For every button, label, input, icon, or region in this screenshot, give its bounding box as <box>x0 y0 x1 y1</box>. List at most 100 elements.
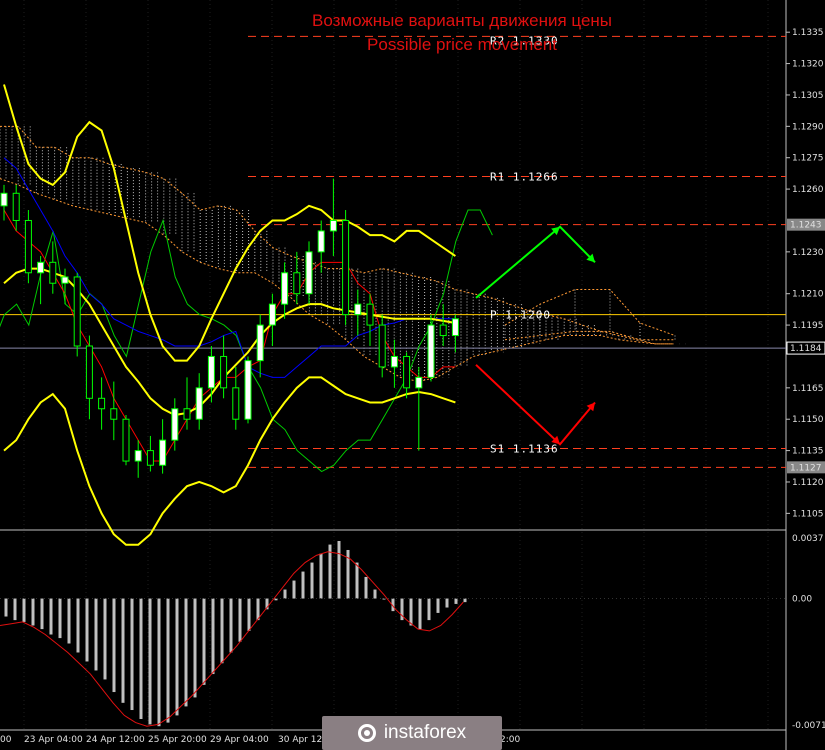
osc-tick-label: 0.00 <box>792 595 812 605</box>
candle-body <box>49 261 57 284</box>
histogram-bar <box>373 589 377 599</box>
candle-body <box>378 324 386 368</box>
level-label-p: P 1.1200 <box>490 309 551 322</box>
candle-body <box>98 397 106 410</box>
histogram-bar <box>184 598 188 707</box>
time-tick-label: 25 Apr 20:00 <box>148 735 207 745</box>
histogram-bar <box>76 598 80 653</box>
candle-body <box>390 355 398 368</box>
histogram-bar <box>94 598 98 671</box>
candle-body <box>281 272 289 305</box>
candle-body <box>256 324 264 362</box>
candle-body <box>427 324 435 378</box>
candle-body <box>85 345 93 399</box>
histogram-bar <box>229 598 233 653</box>
price-chart: R2 1.1330R1 1.1266P 1.1200S1 1.1136 1.13… <box>0 0 825 750</box>
candle-body <box>183 408 191 420</box>
histogram-bar <box>58 598 62 639</box>
histogram-bar <box>166 598 170 723</box>
histogram-bar <box>175 598 179 716</box>
osc-tick-label: 0.0037 <box>792 534 824 544</box>
histogram-bar <box>409 598 413 626</box>
price-tick-label: 1.1150 <box>792 415 824 425</box>
candle-body <box>305 251 313 295</box>
time-tick-label: 23 Apr 04:00 <box>24 735 83 745</box>
histogram-bar <box>121 598 125 703</box>
level-label-s1: S1 1.1136 <box>490 443 559 456</box>
histogram-bar <box>355 562 359 599</box>
price-tick-label: 1.1320 <box>792 60 824 70</box>
candle-body <box>268 303 276 326</box>
histogram-bar <box>49 598 53 635</box>
histogram-bar <box>310 562 314 599</box>
histogram-bar <box>139 598 143 720</box>
price-tag-label: 1.1243 <box>790 221 822 231</box>
candle-body <box>439 324 447 337</box>
candle-body <box>354 303 362 316</box>
candle-body <box>159 439 167 466</box>
histogram-bar <box>463 598 467 603</box>
price-tick-label: 1.1105 <box>792 509 824 519</box>
title-english: Possible price movement <box>367 35 557 54</box>
price-tick-label: 1.1230 <box>792 248 824 258</box>
time-tick-label: 29 Apr 04:00 <box>210 735 269 745</box>
price-tick-label: 1.1305 <box>792 91 824 101</box>
candle-body <box>12 192 20 221</box>
osc-tick-label: -0.00715 <box>792 721 825 731</box>
price-tick-label: 1.1210 <box>792 290 824 300</box>
candle-body <box>329 219 337 232</box>
candle-body <box>61 276 69 284</box>
candle-body <box>293 272 301 295</box>
candle-body <box>342 219 350 316</box>
candle-body <box>415 376 423 389</box>
histogram-bar <box>112 598 116 693</box>
time-tick-label: 00 <box>0 735 12 745</box>
candle-body <box>110 408 118 420</box>
price-tick-label: 1.1165 <box>792 384 824 394</box>
logo-text: instaforex <box>383 722 467 743</box>
candle-body <box>122 418 130 462</box>
candle-body <box>37 261 45 274</box>
histogram-bar <box>337 540 341 599</box>
candle-body <box>24 219 32 274</box>
histogram-bar <box>418 598 422 630</box>
candle-body <box>232 387 240 420</box>
candle-body <box>451 318 459 337</box>
candle-body <box>317 230 325 253</box>
candle-body <box>134 450 142 462</box>
histogram-bar <box>211 598 215 675</box>
histogram-bar <box>85 598 89 662</box>
histogram-bar <box>238 598 242 642</box>
histogram-bar <box>454 598 458 604</box>
histogram-bar <box>22 598 26 622</box>
histogram-bar <box>427 598 431 621</box>
candle-body <box>171 408 179 441</box>
histogram-bar <box>292 580 296 599</box>
price-tick-label: 1.1335 <box>792 28 824 38</box>
histogram-bar <box>148 598 152 725</box>
price-tick-label: 1.1120 <box>792 478 824 488</box>
title-russian: Возможные варианты движения цены <box>312 11 612 30</box>
price-tag-label: 1.1127 <box>790 463 822 473</box>
histogram-bar <box>4 598 8 617</box>
price-tick-label: 1.1135 <box>792 447 824 457</box>
candle-body <box>244 360 252 420</box>
price-tag-label: 1.1184 <box>790 344 822 354</box>
histogram-bar <box>67 598 71 644</box>
price-tick-label: 1.1275 <box>792 154 824 164</box>
histogram-bar <box>319 553 323 599</box>
price-tick-label: 1.1290 <box>792 122 824 132</box>
histogram-bar <box>283 589 287 599</box>
histogram-bar <box>445 598 449 608</box>
time-tick-label: 24 Apr 12:00 <box>86 735 145 745</box>
histogram-bar <box>157 598 161 727</box>
histogram-bar <box>220 598 224 664</box>
logo-ring-icon <box>357 724 376 742</box>
time-tick-label: 2:00 <box>500 735 520 745</box>
histogram-bar <box>301 571 305 599</box>
candle-body <box>207 355 215 389</box>
price-tick-label: 1.1260 <box>792 185 824 195</box>
candle-body <box>73 276 81 347</box>
candle-body <box>146 450 154 466</box>
histogram-bar <box>247 598 251 631</box>
